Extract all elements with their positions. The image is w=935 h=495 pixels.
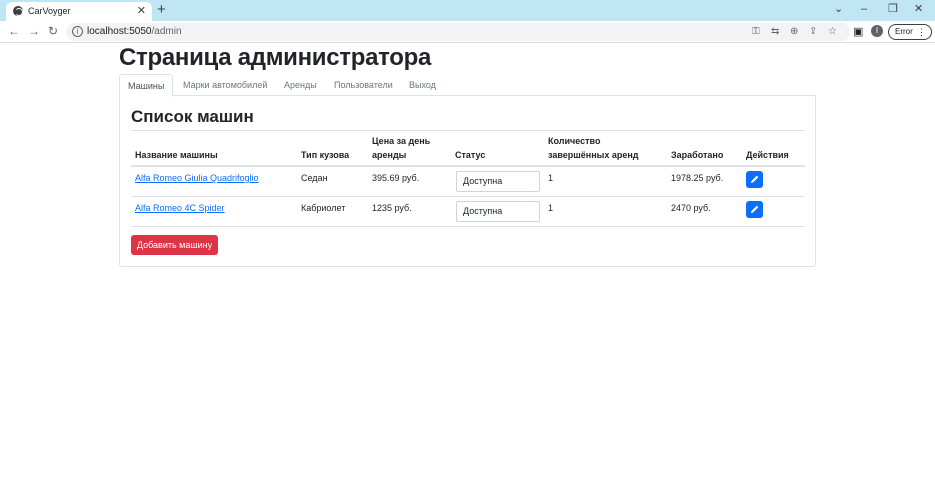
info-icon[interactable]: i [72,26,83,37]
cars-card: Список машин Название машины Тип кузова … [119,96,816,267]
body-type-cell: Седан [301,173,328,183]
price-cell: 1235 руб. [372,203,412,213]
divider [131,165,805,167]
divider [131,226,805,227]
error-button[interactable]: Error ⋮ [888,24,932,40]
avatar[interactable]: I [871,25,883,37]
translate-icon[interactable]: ⇆ [771,25,779,39]
more-icon: ⋮ [917,27,926,37]
tab-car-brands[interactable]: Марки автомобилей [183,74,267,97]
star-icon[interactable]: ☆ [828,25,837,39]
share-icon[interactable]: ⇪ [809,25,817,39]
add-car-button[interactable]: Добавить машину [131,235,218,255]
forward-arrow-icon[interactable]: → [28,24,40,38]
plus-icon[interactable]: + [157,1,166,19]
header-count-line1: Количество [548,136,601,146]
body-type-cell: Кабриолет [301,203,346,213]
tab-rentals[interactable]: Аренды [284,74,317,97]
completed-count-cell: 1 [548,203,554,213]
tab-logout[interactable]: Выход [409,74,436,97]
globe-icon [13,6,23,16]
pencil-icon [751,205,759,213]
reload-icon[interactable]: ↻ [48,24,58,38]
restore-icon[interactable]: ❐ [888,2,898,16]
url-host: localhost:5050 [87,26,152,37]
address-bar[interactable]: i localhost:5050/admin ⚿ ⇆ ⊕ ⇪ ☆ [66,23,850,41]
header-price-line1: Цена за день [372,136,431,146]
header-count-line2: завершённых аренд [548,150,639,160]
status-select[interactable]: Доступна [456,201,540,222]
browser-toolbar: ← → ↻ i localhost:5050/admin ⚿ ⇆ ⊕ ⇪ ☆ ▣… [0,21,935,43]
divider [131,130,805,131]
status-select[interactable]: Доступна [456,171,540,192]
header-earned: Заработано [671,150,724,160]
page-title: Страница администратора [119,44,432,71]
chevron-down-icon[interactable]: ⌄ [834,2,843,16]
edit-button[interactable] [746,171,763,188]
header-name: Название машины [135,150,218,160]
browser-tab-bar: CarVoyger ✕ + ⌄ – ❐ ✕ [0,0,935,21]
tab-title: CarVoyger [28,6,71,16]
close-icon[interactable]: ✕ [137,4,146,18]
header-body-type: Тип кузова [301,150,350,160]
earned-cell: 1978.25 руб. [671,173,724,183]
header-actions: Действия [746,150,789,160]
earned-cell: 2470 руб. [671,203,711,213]
tab-users[interactable]: Пользователи [334,74,393,97]
edit-button[interactable] [746,201,763,218]
car-name-link[interactable]: Alfa Romeo 4C Spider [135,202,225,214]
header-price-line2: аренды [372,150,407,160]
admin-nav-tabs: Машины Марки автомобилей Аренды Пользова… [119,74,816,97]
back-arrow-icon[interactable]: ← [8,24,20,38]
sidebar-icon[interactable]: ▣ [853,25,863,39]
zoom-icon[interactable]: ⊕ [790,25,798,39]
error-label: Error [895,27,913,36]
minimize-icon[interactable]: – [861,2,867,16]
url-path: /admin [151,26,182,37]
pencil-icon [751,175,759,183]
close-icon[interactable]: ✕ [914,2,923,16]
price-cell: 395.69 руб. [372,173,420,183]
key-icon[interactable]: ⚿ [752,25,760,39]
divider [131,196,805,197]
tab-cars[interactable]: Машины [119,74,174,97]
browser-tab[interactable]: CarVoyger ✕ [6,2,152,21]
header-status: Статус [455,150,486,160]
completed-count-cell: 1 [548,173,554,183]
car-name-link[interactable]: Alfa Romeo Giulia Quadrifoglio [135,172,259,184]
card-title: Список машин [131,107,254,126]
url-text[interactable]: localhost:5050/admin [87,26,182,37]
